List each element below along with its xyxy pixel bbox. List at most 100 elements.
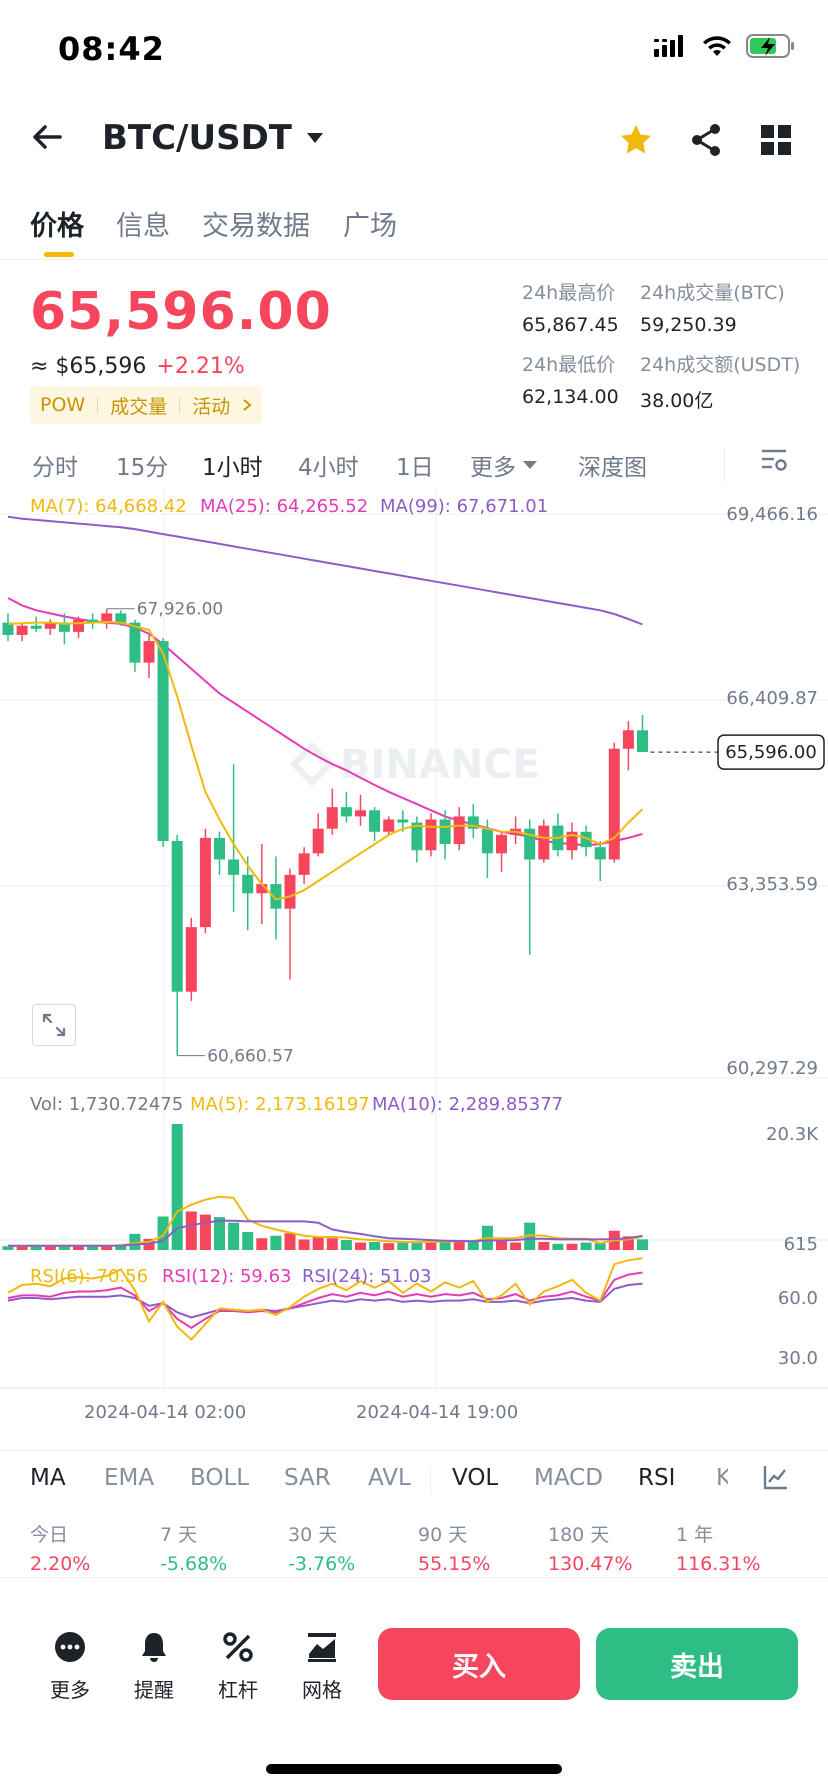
interval-depth[interactable]: 深度图 [578,448,647,482]
chart-settings-button[interactable] [760,446,788,480]
volume-bar [355,1242,366,1250]
volume-bar [467,1241,479,1250]
tag-activity[interactable]: 活动 [192,392,230,419]
more-button[interactable]: 更多 [38,1630,102,1703]
arrow-left-icon [33,125,62,149]
time-axis-label: 2024-04-14 19:00 [356,1402,519,1423]
interval-1h[interactable]: 1小时 [202,448,263,482]
interval-15m[interactable]: 15分 [116,448,168,482]
tag-volume[interactable]: 成交量 [110,392,167,419]
indicator-ema[interactable]: EMA [104,1465,154,1491]
indicator-macd[interactable]: MACD [534,1465,603,1491]
alert-button[interactable]: 提醒 [122,1630,186,1703]
perf-value: 2.20% [30,1553,91,1575]
expand-arrows-icon [42,1013,66,1037]
candle-body [622,730,634,749]
interval-timeshare[interactable]: 分时 [32,448,78,482]
caret-down-icon [307,133,323,143]
low-value: 62,134.00 [522,386,619,408]
high-value: 65,867.45 [522,314,619,336]
volume-bar [199,1214,211,1250]
tab-active-indicator [44,252,74,257]
indicator-rsi[interactable]: RSI [638,1465,675,1491]
more-label: 更多 [50,1678,90,1702]
tag-pow[interactable]: POW [40,394,85,416]
candle-body [453,816,465,845]
candle-body [199,837,211,928]
indicator-sar[interactable]: SAR [284,1465,331,1491]
pair-selector[interactable]: BTC/USDT [102,118,324,158]
layout-button[interactable] [758,122,794,158]
candle-body [397,819,409,823]
rsi-axis-label: 60.0 [777,1288,818,1309]
indicator-avl[interactable]: AVL [368,1465,411,1491]
volume-bar [242,1232,254,1250]
tab-square[interactable]: 广场 [343,204,397,243]
interval-4h[interactable]: 4小时 [298,448,359,482]
volume-bar [312,1236,324,1250]
vol-ma5-legend: MA(5): 2,173.16197 [190,1094,370,1115]
tag-divider [97,397,99,413]
volume-bar [552,1243,564,1250]
chart-line-icon [763,1466,787,1490]
interval-more[interactable]: 更多 [470,448,538,482]
chevron-right-icon [243,399,252,411]
interval-1d[interactable]: 1日 [396,448,434,482]
header: BTC/USDT [0,108,828,168]
sell-button[interactable]: 卖出 [596,1628,798,1700]
rsi6-legend: RSI(6): 70.56 [30,1266,149,1287]
perf-90d: 90 天 55.15% [418,1520,490,1575]
margin-button[interactable]: 杠杆 [206,1630,270,1703]
tag-divider [179,397,181,413]
stats-col-2: 24h成交量(BTC) 59,250.39 24h成交额(USDT) 38.00… [640,278,800,422]
home-indicator [266,1764,562,1774]
favorite-button[interactable] [618,122,654,158]
more-dots-icon [55,1632,85,1662]
interval-more-label: 更多 [470,455,516,481]
ma25-line [7,597,643,847]
vol-btc-value: 59,250.39 [640,314,737,336]
candle-body [115,613,127,623]
indicator-settings-button[interactable] [762,1463,790,1497]
candle-body [594,847,606,860]
high-label: 24h最高价 [522,282,616,304]
tag-chips: POW 成交量 活动 [30,386,263,424]
volume-bar [157,1216,169,1250]
share-button[interactable] [688,122,724,158]
high-marker-label: 67,926.00 [137,600,224,620]
volume-bar [397,1241,409,1250]
buy-button[interactable]: 买入 [378,1628,580,1700]
price-axis-label: 63,353.59 [726,874,818,895]
volume-bar [284,1233,296,1250]
tab-price[interactable]: 价格 [30,204,84,243]
indicator-kdj[interactable]: K [716,1465,728,1491]
indicator-boll[interactable]: BOLL [190,1465,249,1491]
perf-label: 今日 [30,1524,69,1546]
perf-value: 55.15% [418,1553,491,1575]
candle-body [242,874,254,894]
ma99-line [7,515,643,626]
back-button[interactable] [30,120,70,156]
perf-7d: 7 天 -5.68% [160,1520,227,1575]
volume-bar [637,1239,648,1250]
chart-area[interactable]: BINANCE 67,926.00 60,660.57 65,596.00 MA(7)… [0,488,828,1428]
stats-col-1: 24h最高价 65,867.45 24h最低价 62,134.00 [522,278,619,422]
volume-bar [228,1222,240,1250]
indicator-ma[interactable]: MA [30,1465,66,1491]
fullscreen-button[interactable] [32,1004,76,1046]
settings-sliders-icon [762,449,787,471]
tab-trading-data[interactable]: 交易数据 [202,204,310,243]
volume-bar [383,1243,395,1250]
usd-approx: ≈ $65,596 [30,354,147,379]
volume-bar [340,1240,352,1250]
candle-body [129,622,141,663]
indicator-vol[interactable]: VOL [452,1465,498,1491]
price-axis-label: 69,466.16 [726,504,818,525]
perf-label: 1 年 [676,1524,714,1546]
candle-body [143,641,155,663]
volume-bar [270,1235,282,1250]
volume-legend: Vol: 1,730.72475 [30,1094,184,1115]
grid-trading-button[interactable]: 网格 [290,1630,354,1703]
perf-value: -5.68% [160,1553,228,1575]
tab-info[interactable]: 信息 [116,204,170,243]
